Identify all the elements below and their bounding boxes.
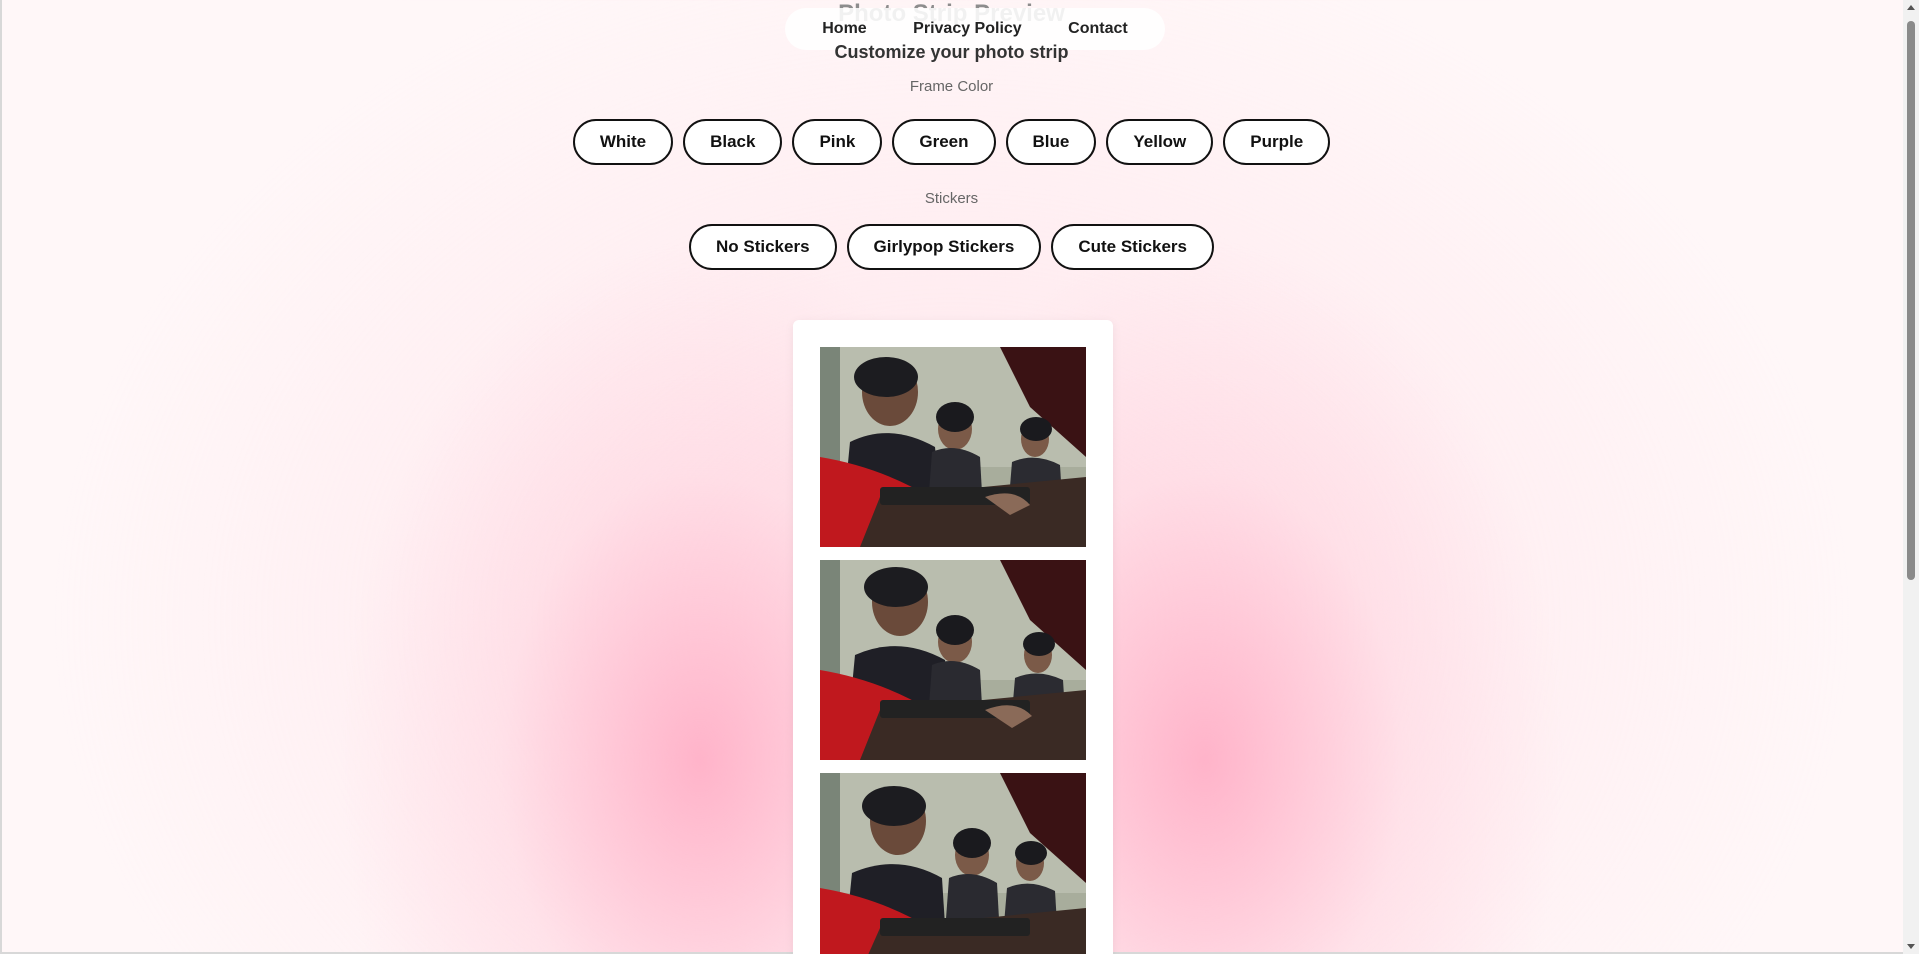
frame-white-button[interactable]: White [572,119,674,165]
scrollbar-thumb[interactable] [1907,21,1915,580]
strip-photo-1 [820,347,1086,547]
sticker-options: No Stickers Girlypop Stickers Cute Stick… [0,224,1903,270]
frame-green-button[interactable]: Green [892,119,996,165]
vertical-scrollbar[interactable] [1903,0,1919,954]
no-stickers-button[interactable]: No Stickers [689,224,837,270]
photo-strip-preview [793,320,1113,954]
strip-photo-2 [820,560,1086,760]
photo-1-image [820,347,1086,547]
frame-pink-button[interactable]: Pink [792,119,883,165]
frame-purple-button[interactable]: Purple [1223,119,1331,165]
nav-contact-link[interactable]: Contact [1068,20,1128,38]
cute-stickers-button[interactable]: Cute Stickers [1051,224,1214,270]
scroll-down-arrow-icon[interactable] [1907,944,1915,949]
frame-black-button[interactable]: Black [683,119,783,165]
page-subtitle: Customize your photo strip [834,42,1069,62]
stickers-label: Stickers [924,190,979,207]
scroll-up-arrow-icon[interactable] [1907,5,1915,10]
girlypop-stickers-button[interactable]: Girlypop Stickers [846,224,1042,270]
photo-2-image [820,560,1086,760]
strip-photo-3 [820,773,1086,954]
nav-home-link[interactable]: Home [822,20,866,38]
frame-yellow-button[interactable]: Yellow [1106,119,1214,165]
nav-privacy-policy-link[interactable]: Privacy Policy [913,20,1022,38]
frame-color-options: White Black Pink Green Blue Yellow Purpl… [0,119,1903,165]
frame-blue-button[interactable]: Blue [1005,119,1097,165]
photo-3-image [820,773,1086,954]
frame-color-label: Frame Color [909,78,994,95]
